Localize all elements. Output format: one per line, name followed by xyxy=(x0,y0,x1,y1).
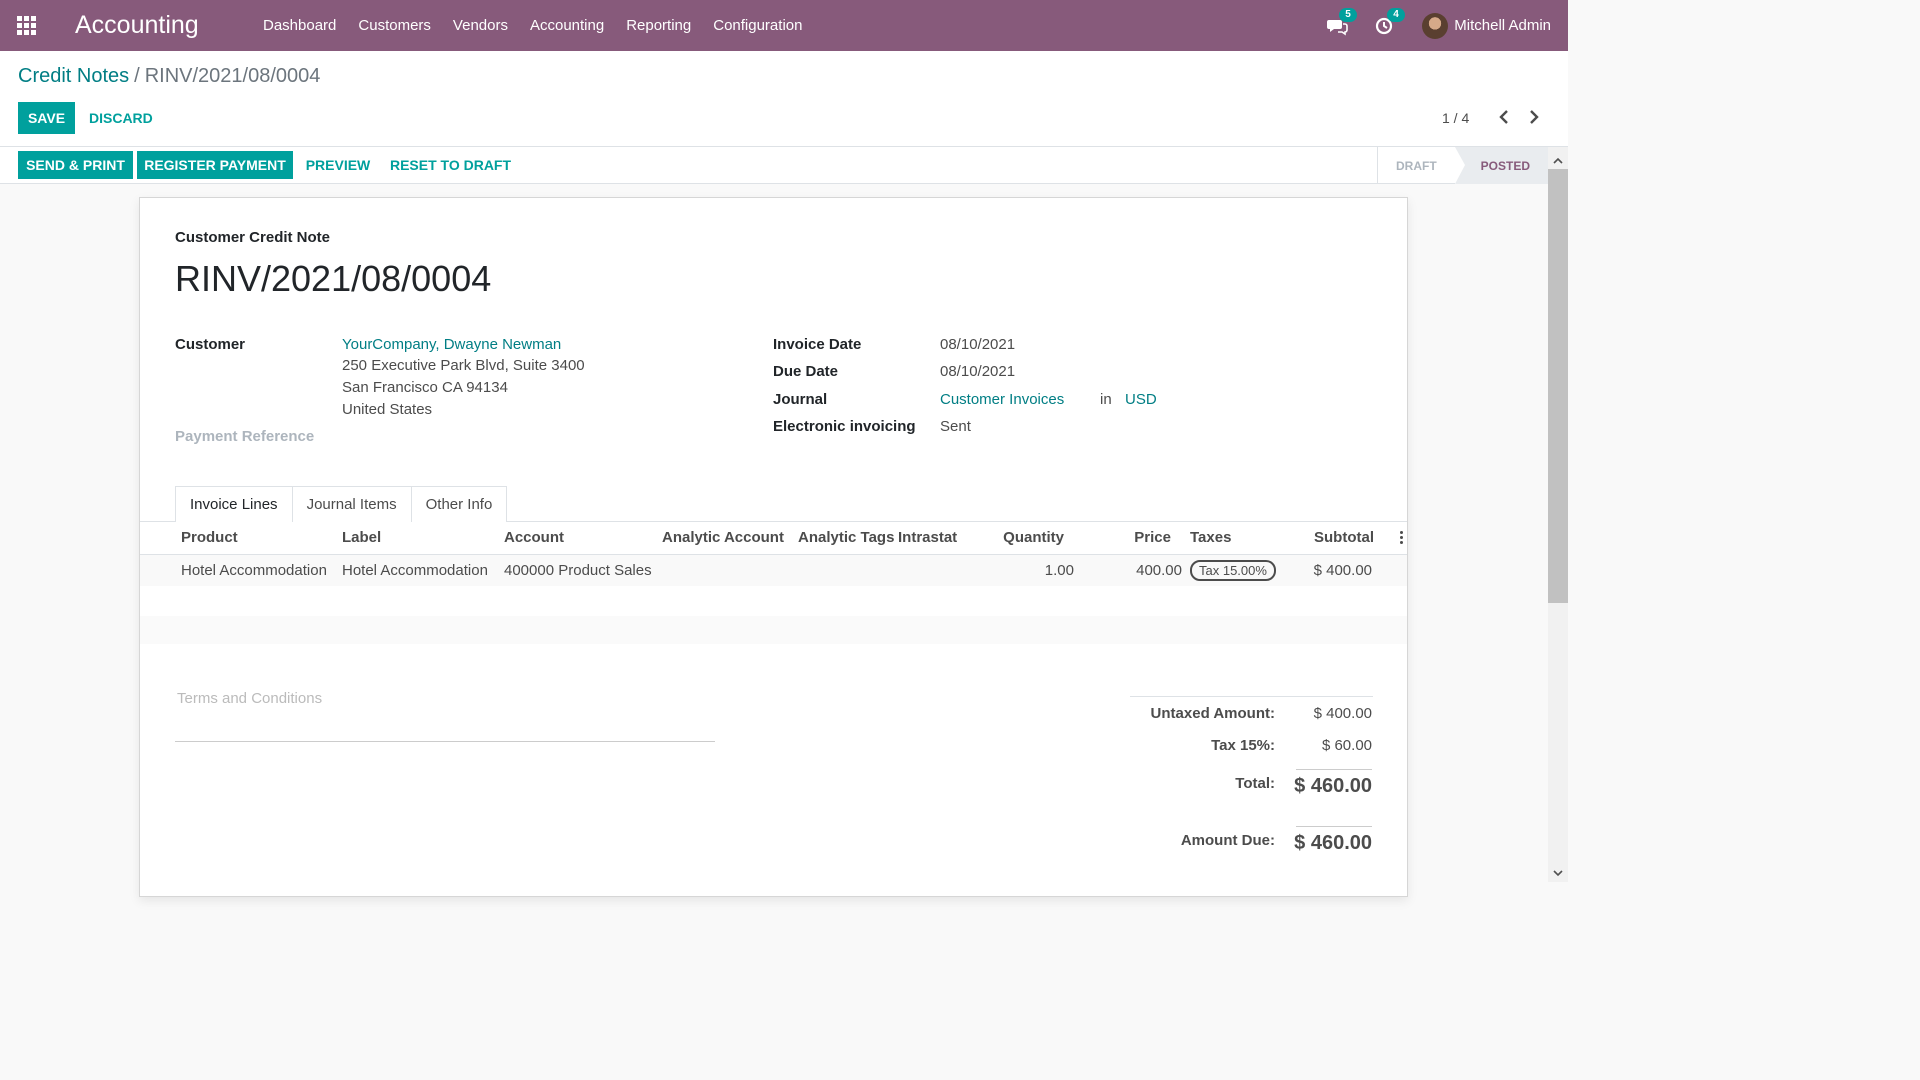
stage-draft[interactable]: DRAFT xyxy=(1376,147,1455,184)
totals-divider xyxy=(1130,696,1373,697)
breadcrumb-current: RINV/2021/08/0004 xyxy=(144,65,321,87)
empty-table-row xyxy=(140,616,1407,644)
tax-value: $ 60.00 xyxy=(1321,737,1372,754)
row-label[interactable]: Hotel Accommodation xyxy=(342,562,488,579)
column-analytic-account[interactable]: Analytic Account xyxy=(662,529,784,546)
electronic-invoicing-value: Sent xyxy=(940,418,971,435)
scrollbar-thumb[interactable] xyxy=(1548,169,1568,603)
document-type: Customer Credit Note xyxy=(175,229,331,246)
save-button[interactable]: SAVE xyxy=(18,102,75,134)
notebook-tabs: Invoice Lines Journal Items Other Info xyxy=(175,486,508,522)
messages-icon[interactable]: 5 xyxy=(1326,7,1357,37)
invoice-date-value: 08/10/2021 xyxy=(940,336,1016,353)
payment-reference-label: Payment Reference xyxy=(175,428,315,445)
due-date-value: 08/10/2021 xyxy=(940,363,1016,380)
terms-field[interactable]: Terms and Conditions xyxy=(175,688,715,742)
app-brand[interactable]: Accounting xyxy=(75,11,199,40)
journal-in-label: in xyxy=(1100,391,1112,408)
send-print-button[interactable]: SEND & PRINT xyxy=(18,151,133,179)
menu-reporting[interactable]: Reporting xyxy=(615,17,702,34)
breadcrumb-separator: / xyxy=(134,65,140,87)
document-number: RINV/2021/08/0004 xyxy=(175,258,492,299)
preview-button[interactable]: PREVIEW xyxy=(303,151,373,179)
stage-posted[interactable]: POSTED xyxy=(1454,147,1548,184)
row-product[interactable]: Hotel Accommodation xyxy=(181,562,327,579)
amount-due-value: $ 460.00 xyxy=(1294,832,1372,854)
activities-clock-icon[interactable]: 4 xyxy=(1374,7,1405,37)
reset-to-draft-button[interactable]: RESET TO DRAFT xyxy=(387,151,514,179)
scrollbar[interactable] xyxy=(1548,147,1568,882)
top-navbar: Accounting Dashboard Customers Vendors A… xyxy=(0,0,1568,51)
invoice-date-label: Invoice Date xyxy=(773,336,862,353)
currency-link[interactable]: USD xyxy=(1125,391,1157,408)
pager-previous-icon[interactable] xyxy=(1497,109,1511,125)
column-intrastat[interactable]: Intrastat xyxy=(898,529,957,546)
column-account[interactable]: Account xyxy=(504,529,564,546)
customer-address-line3: United States xyxy=(342,401,433,418)
column-label[interactable]: Label xyxy=(342,529,381,546)
column-price[interactable]: Price xyxy=(1071,529,1171,546)
user-menu[interactable]: Mitchell Admin xyxy=(1422,12,1551,39)
tab-other-info[interactable]: Other Info xyxy=(410,486,508,522)
journal-link[interactable]: Customer Invoices xyxy=(940,391,1064,408)
customer-address-line1: 250 Executive Park Blvd, Suite 3400 xyxy=(342,357,585,374)
menu-configuration[interactable]: Configuration xyxy=(702,17,813,34)
row-subtotal: $ 400.00 xyxy=(1313,562,1372,579)
row-price[interactable]: 400.00 xyxy=(1082,562,1182,579)
stage-indicator: DRAFT POSTED xyxy=(1376,147,1548,184)
status-bar: SEND & PRINT REGISTER PAYMENT PREVIEW RE… xyxy=(0,147,1548,184)
breadcrumb: Credit Notes / RINV/2021/08/0004 xyxy=(18,65,320,88)
amount-due-label: Amount Due: xyxy=(1180,832,1275,849)
column-analytic-tags[interactable]: Analytic Tags xyxy=(798,529,894,546)
customer-label: Customer xyxy=(175,336,246,353)
column-subtotal[interactable]: Subtotal xyxy=(1274,529,1374,546)
column-quantity[interactable]: Quantity xyxy=(963,529,1064,546)
menu-dashboard[interactable]: Dashboard xyxy=(252,17,347,34)
total-label: Total: xyxy=(1235,775,1275,792)
column-product[interactable]: Product xyxy=(181,529,238,546)
discard-button[interactable]: DISCARD xyxy=(89,110,153,126)
row-quantity[interactable]: 1.00 xyxy=(974,562,1074,579)
activities-count-badge: 4 xyxy=(1387,7,1405,22)
breadcrumb-credit-notes[interactable]: Credit Notes xyxy=(18,65,129,87)
tax-label: Tax 15%: xyxy=(1211,737,1275,754)
amount-due-divider xyxy=(1296,826,1372,827)
customer-address-line2: San Francisco CA 94134 xyxy=(342,379,508,396)
untaxed-amount-value: $ 400.00 xyxy=(1313,705,1372,722)
column-taxes[interactable]: Taxes xyxy=(1190,529,1231,546)
untaxed-amount-label: Untaxed Amount: xyxy=(1150,705,1275,722)
tab-journal-items[interactable]: Journal Items xyxy=(291,486,412,522)
tab-invoice-lines[interactable]: Invoice Lines xyxy=(175,486,293,522)
avatar xyxy=(1422,12,1449,39)
register-payment-button[interactable]: REGISTER PAYMENT xyxy=(137,151,293,179)
customer-link[interactable]: YourCompany, Dwayne Newman xyxy=(342,336,561,353)
user-name: Mitchell Admin xyxy=(1454,17,1551,34)
app-menu-icon[interactable] xyxy=(17,16,39,35)
scroll-up-icon[interactable] xyxy=(1553,153,1563,164)
total-value: $ 460.00 xyxy=(1294,775,1372,797)
menu-customers[interactable]: Customers xyxy=(347,17,442,34)
journal-label: Journal xyxy=(773,391,828,408)
row-tax-tag[interactable]: Tax 15.00% xyxy=(1190,560,1276,581)
scroll-down-icon[interactable] xyxy=(1553,865,1563,877)
control-panel: Credit Notes / RINV/2021/08/0004 SAVE DISC… xyxy=(0,51,1568,147)
due-date-label: Due Date xyxy=(773,363,839,380)
pager-next-icon[interactable] xyxy=(1527,109,1541,125)
total-divider xyxy=(1296,769,1372,770)
form-sheet: Customer Credit Note RINV/2021/08/0004 C… xyxy=(139,197,1408,897)
systray: 5 4 Mitchell Admin xyxy=(1326,0,1568,51)
menu-accounting[interactable]: Accounting xyxy=(519,17,615,34)
pager-value[interactable]: 1 / 4 xyxy=(1442,110,1469,126)
main-menu: Dashboard Customers Vendors Accounting R… xyxy=(252,0,813,51)
electronic-invoicing-label: Electronic invoicing xyxy=(773,418,916,435)
messages-count-badge: 5 xyxy=(1339,7,1357,22)
row-account[interactable]: 400000 Product Sales xyxy=(504,562,652,579)
menu-vendors[interactable]: Vendors xyxy=(442,17,519,34)
optional-columns-icon[interactable] xyxy=(1398,531,1404,545)
